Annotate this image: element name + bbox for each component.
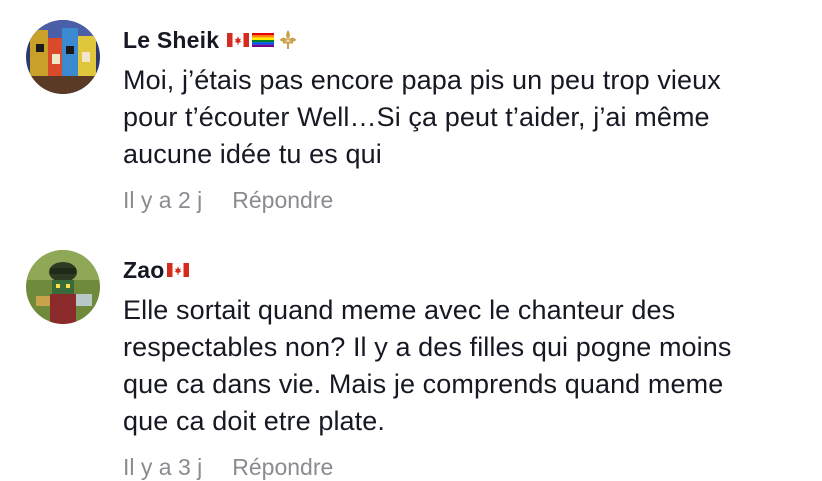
avatar[interactable] [26,20,100,94]
reply-button[interactable]: Répondre [232,187,333,214]
canada-flag-icon [166,263,189,277]
rainbow-flag-icon [252,33,275,47]
username[interactable]: Zao [123,257,165,284]
comment-timestamp: Il y a 3 j [123,454,203,480]
comment-timestamp: Il y a 2 j [123,187,203,213]
canada-flag-icon [227,33,250,47]
avatar[interactable] [26,250,100,324]
reply-button[interactable]: Répondre [232,454,333,481]
fleur-de-lis-icon [277,29,299,51]
comment-text: Elle sortait quand meme avec le chanteur… [123,295,732,436]
username[interactable]: Le Sheik [123,27,219,54]
comment-text: Moi, j’étais pas encore papa pis un peu … [123,65,721,169]
